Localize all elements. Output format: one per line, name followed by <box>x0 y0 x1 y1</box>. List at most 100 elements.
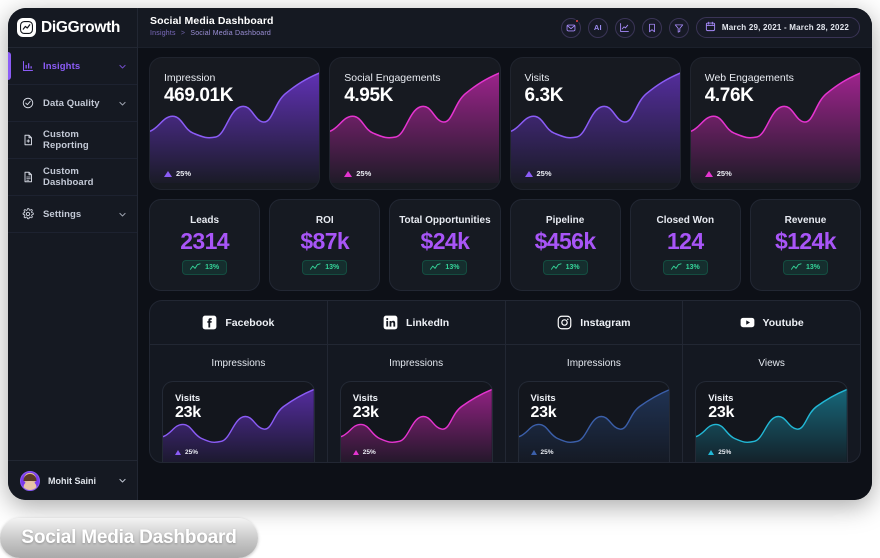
triangle-up-icon <box>708 450 715 455</box>
social-card-delta: 25% <box>352 449 376 456</box>
kpi-card-revenue[interactable]: Revenue $124k 13% <box>749 199 862 291</box>
metric-delta-label: 25% <box>356 169 372 178</box>
trend-up-icon <box>550 262 562 273</box>
date-range-picker[interactable]: March 29, 2021 - March 28, 2022 <box>695 17 860 38</box>
sidebar-item-label: Insights <box>43 60 81 72</box>
sidebar-user-profile[interactable]: Mohit Saini <box>8 460 137 500</box>
trend-line-logo-icon <box>17 18 36 37</box>
caption-bar: Social Media Dashboard <box>0 518 258 558</box>
triangle-up-icon <box>524 170 533 177</box>
status-badge: 13% <box>182 260 228 275</box>
metric-delta-label: 25% <box>176 169 192 178</box>
status-badge: 13% <box>302 260 348 275</box>
kpi-value: $456k <box>534 228 597 254</box>
social-column-facebook: Facebook Impressions Visits 23k 25% <box>150 301 328 462</box>
social-card-value: 23k <box>352 404 379 421</box>
social-column-instagram: Instagram Impressions Visits 23k 25% <box>505 301 684 462</box>
metric-delta: 25% <box>164 169 191 178</box>
chevron-down-icon[interactable] <box>118 472 127 490</box>
metric-value: 469.01K <box>164 85 234 106</box>
topbar: Social Media Dashboard Insights > Social… <box>138 8 872 48</box>
social-metric-label: Impressions <box>389 357 444 369</box>
kpi-label: Closed Won <box>656 215 715 226</box>
kpi-cards-row: Leads 2314 13% ROI $87k 13% Total Opport… <box>149 199 862 291</box>
sidebar-item-custom-reporting[interactable]: Custom Reporting <box>8 122 137 159</box>
status-badge: 13% <box>542 260 588 275</box>
breadcrumb: Insights > Social Media Dashboard <box>150 29 551 40</box>
social-card-value: 23k <box>708 404 735 421</box>
social-column-youtube: Youtube Views Visits 23k 25% <box>683 301 860 462</box>
trend-chart-icon[interactable] <box>614 17 635 38</box>
instagram-icon <box>557 315 572 330</box>
kpi-delta-label: 13% <box>325 264 340 271</box>
metric-label: Web Engagements <box>704 72 794 84</box>
trend-up-icon <box>670 262 682 273</box>
social-visits-card[interactable]: Visits 23k 25% <box>695 381 848 462</box>
breadcrumb-separator: > <box>180 30 186 38</box>
metric-card-impression[interactable]: Impression 469.01K 25% <box>149 57 321 190</box>
sidebar-item-settings[interactable]: Settings <box>8 196 137 233</box>
social-header[interactable]: Youtube <box>683 301 860 345</box>
social-visits-card[interactable]: Visits 23k 25% <box>162 381 315 462</box>
kpi-delta-label: 13% <box>205 264 220 271</box>
kpi-card-leads[interactable]: Leads 2314 13% <box>149 199 261 291</box>
social-metric-label: Views <box>758 357 785 369</box>
sidebar-item-custom-dashboard[interactable]: Custom Dashboard <box>8 159 137 196</box>
calendar-icon <box>705 19 716 37</box>
social-card-value: 23k <box>530 404 557 421</box>
social-platform-name: Facebook <box>225 316 275 329</box>
metric-card-social-engagements[interactable]: Social Engagements 4.95K 25% <box>329 57 501 190</box>
triangle-up-icon <box>352 450 359 455</box>
social-card-delta-label: 25% <box>362 449 376 456</box>
metric-card-web-engagements[interactable]: Web Engagements 4.76K 25% <box>689 57 861 190</box>
check-circle-icon <box>21 97 34 110</box>
kpi-card-pipeline[interactable]: Pipeline $456k 13% <box>509 199 621 291</box>
ai-icon[interactable]: AI <box>587 17 608 38</box>
social-card-delta-label: 25% <box>718 449 732 456</box>
social-visits-card[interactable]: Visits 23k 25% <box>339 381 493 462</box>
chevron-down-icon <box>118 99 127 108</box>
filter-icon[interactable] <box>668 17 689 38</box>
kpi-card-total-opportunities[interactable]: Total Opportunities $24k 13% <box>389 199 501 291</box>
triangle-up-icon <box>530 450 537 455</box>
social-header[interactable]: Instagram <box>505 301 683 345</box>
metric-value: 4.76K <box>704 85 754 106</box>
brand-name: DiGGrowth <box>41 18 121 36</box>
triangle-up-icon <box>704 170 713 177</box>
social-column-linkedin: LinkedIn Impressions Visits 23k 25% <box>327 301 506 462</box>
gear-icon <box>21 208 34 221</box>
social-platforms-panel: Facebook Impressions Visits 23k 25% Link… <box>149 300 861 463</box>
social-card-value: 23k <box>175 404 201 421</box>
social-card-delta: 25% <box>530 449 554 456</box>
social-platform-name: Instagram <box>580 316 631 329</box>
chevron-down-icon <box>118 210 127 219</box>
metric-delta: 25% <box>524 169 552 178</box>
social-platform-name: Youtube <box>762 316 804 329</box>
metric-card-visits[interactable]: Visits 6.3K 25% <box>509 57 681 190</box>
sidebar-item-data-quality[interactable]: Data Quality <box>8 85 137 122</box>
mail-icon[interactable] <box>560 17 581 38</box>
brand-logo[interactable]: DiGGrowth <box>8 8 137 48</box>
breadcrumb-parent[interactable]: Insights <box>150 30 176 37</box>
social-header[interactable]: LinkedIn <box>327 301 505 345</box>
kpi-delta-label: 13% <box>685 264 700 271</box>
bookmark-icon[interactable] <box>641 17 662 38</box>
page-title: Social Media Dashboard <box>150 15 274 28</box>
sidebar-item-insights[interactable]: Insights <box>8 48 137 85</box>
social-card-delta-label: 25% <box>540 449 554 456</box>
kpi-card-roi[interactable]: ROI $87k 13% <box>269 199 381 291</box>
kpi-label: Pipeline <box>545 215 585 226</box>
sidebar: DiGGrowth Insights Data Quality Custom R… <box>8 8 138 500</box>
social-visits-card[interactable]: Visits 23k 25% <box>517 381 671 462</box>
topbar-icons: AI March 29, 2021 - March 28, 2022 <box>560 17 860 38</box>
social-header[interactable]: Facebook <box>150 301 327 345</box>
social-card-label: Visits <box>175 393 201 404</box>
social-metric-label: Impressions <box>211 357 266 369</box>
metric-label: Social Engagements <box>344 72 441 84</box>
date-range-label: March 29, 2021 - March 28, 2022 <box>721 23 849 32</box>
social-card-label: Visits <box>708 393 734 404</box>
app-window: DiGGrowth Insights Data Quality Custom R… <box>8 8 872 500</box>
bar-chart-icon <box>21 60 34 73</box>
triangle-up-icon <box>164 170 172 177</box>
kpi-card-closed-won[interactable]: Closed Won 124 13% <box>629 199 741 291</box>
